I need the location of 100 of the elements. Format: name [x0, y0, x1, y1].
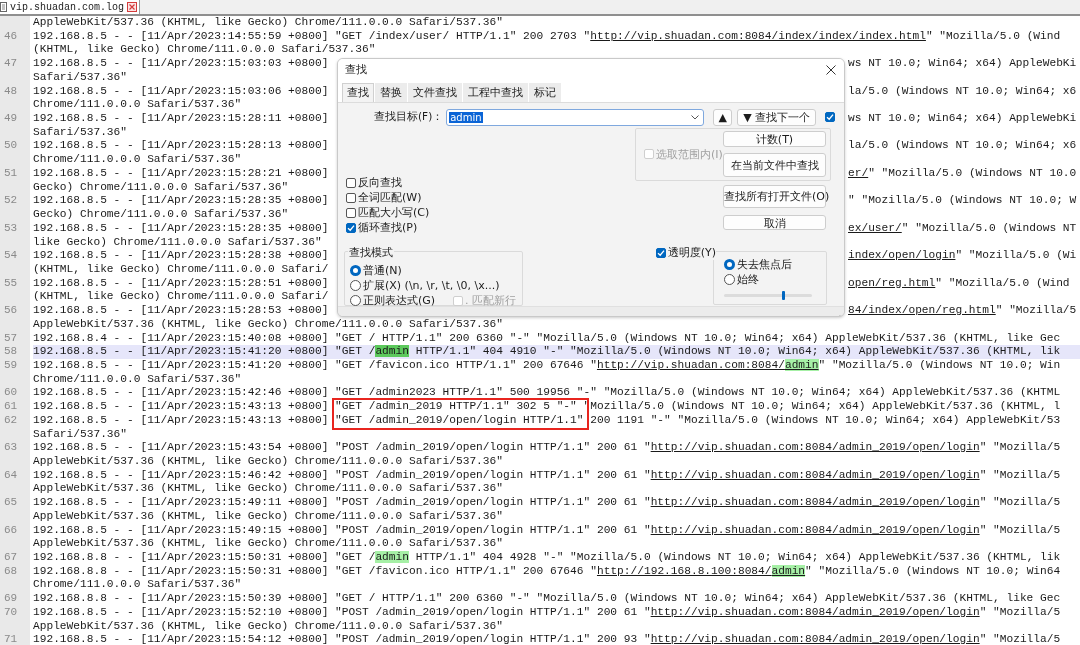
dialog-tab[interactable]: 查找 — [342, 82, 374, 102]
dialog-tab[interactable]: 标记 — [529, 82, 561, 102]
log-link[interactable]: 84/index/open/reg.html — [848, 304, 996, 317]
option-label: 反向查找 — [358, 175, 402, 190]
log-text: 192.168.8.5 - - [11/Apr/2023:15:43:54 +0800] "POST /admin_2019/open/login HTTP/1.1" 200 61 " — [33, 441, 651, 454]
option-label: 扩展(X) (\n, \r, \t, \0, \x...) — [363, 278, 500, 293]
log-link[interactable]: http://vip.shuadan.com:8084/admin_2019/open/login — [650, 523, 980, 536]
log-text: " "Mozilla/5 — [979, 633, 1061, 645]
log-text: (KHTML, like Gecko) Chrome/111.0.0.0 Safari/537.36" — [33, 43, 376, 56]
file-tab[interactable]: vip.shuadan.com.log — [0, 0, 141, 14]
option-label: 选取范围内(I) — [656, 146, 723, 162]
log-link[interactable]: er/ — [848, 166, 869, 179]
field-label: 查找目标(F)： — [374, 110, 444, 124]
file-icon — [0, 2, 7, 12]
log-text: 192.168.8.5 - - [11/Apr/2023:15:46:42 +0800] "POST /admin_2019/open/login HTTP/1.1" 200 61 " — [33, 468, 651, 481]
log-text: 192.168.8.8 - - [11/Apr/2023:15:50:31 +0800] "GET /favicon.ico HTTP/1.1" 200 67646 " — [33, 564, 597, 577]
log-text: 192.168.8.5 - - [11/Apr/2023:15:28:53 +0800] — [33, 304, 329, 317]
log-link[interactable]: http://vip.shuadan.com:8084/index/index/index.html — [590, 29, 926, 42]
log-text: 192.168.8.5 - - [11/Apr/2023:14:55:59 +0800] "GET /index/user/ HTTP/1.1" 200 2703 " — [33, 29, 591, 42]
log-text: la/5.0 (Windows NT 10.0; Win64; x6 — [848, 139, 1077, 152]
checkbox[interactable] — [346, 222, 356, 233]
line-number: 51 — [3, 166, 19, 181]
log-text: 192.168.8.4 - - [11/Apr/2023:15:40:08 +0800] "GET / HTTP/1.1" 200 6360 "-" "Mozilla/5.0 (Windows NT 10.0; Win64; x64) AppleWebKit/537.36 (KHTML, like Gec — [33, 331, 1061, 344]
line-number: 48 — [3, 84, 19, 99]
dialog-tab[interactable]: 文件查找 — [408, 82, 462, 102]
find-next-button[interactable]: ▼ 查找下一个 — [737, 108, 817, 126]
checkbox[interactable] — [346, 207, 356, 218]
log-text: 192.168.8.5 - - [11/Apr/2023:15:28:13 +0800] — [33, 139, 329, 152]
slider-thumb[interactable] — [781, 290, 785, 300]
log-link[interactable]: http://vip.shuadan.com:8084/admin_2019/open/login — [650, 633, 980, 645]
checkbox[interactable] — [825, 112, 836, 122]
log-text: 192.168.8.5 - - [11/Apr/2023:15:28:35 +0800] — [33, 221, 329, 234]
find-previous-button[interactable]: ▲ — [713, 108, 733, 126]
checkbox[interactable] — [655, 247, 666, 258]
line-number: 53 — [3, 221, 19, 236]
search-field[interactable]: admin — [446, 108, 705, 126]
line-number: 65 — [3, 496, 19, 510]
log-text: 192.168.8.5 - - [11/Apr/2023:15:42:46 +0800] "GET /admin2023 HTTP/1.1" 500 19956 "-" "Mozilla/5.0 (Windows NT 10.0; Win64; x64) AppleWebKit/537.36 (KHTML — [33, 386, 1061, 399]
log-link[interactable]: ex/user/ — [848, 221, 902, 234]
log-text: 192.168.8.5 - - [11/Apr/2023:15:41:20 +0800] "GET / — [33, 345, 376, 358]
option-label: 普通(N) — [363, 263, 402, 278]
log-text: " "Mozilla/5.0 (Windows NT 10.0; Win — [818, 358, 1061, 371]
log-text: ws NT 10.0; Win64; x64) AppleWebKi — [848, 57, 1077, 70]
log-text: 192.168.8.5 - - [11/Apr/2023:15:28:11 +0800] — [33, 112, 329, 125]
log-text: Chrome/111.0.0.0 Safari/537.36" — [33, 372, 242, 385]
option-label: 正则表达式(G) — [363, 293, 436, 308]
log-text: like Gecko) Chrome/111.0.0.0 Safari/537.36" — [33, 235, 322, 248]
log-text: 192.168.8.5 - - [11/Apr/2023:15:49:11 +0800] "POST /admin_2019/open/login HTTP/1.1" 200 61 " — [33, 496, 651, 509]
checkbox[interactable] — [346, 177, 356, 188]
log-text: ws NT 10.0; Win64; x64) AppleWebKi — [848, 112, 1077, 125]
log-text: 192.168.8.5 - - [11/Apr/2023:15:41:20 +0800] "GET /favicon.ico HTTP/1.1" 200 67646 " — [33, 358, 597, 371]
radio-button[interactable] — [350, 265, 361, 276]
log-text: AppleWebKit/537.36 (KHTML, like Gecko) Chrome/111.0.0.0 Safari/537.36" — [33, 455, 503, 467]
log-text: HTTP/1.1" 404 4928 "-" "Mozilla/5.0 (Windows NT 10.0; Win64; x64) AppleWebKit/537.36 (KHTML, lik — [414, 551, 1061, 564]
log-text: 192.168.8.5 - - [11/Apr/2023:15:28:38 +0800] — [33, 249, 329, 262]
log-link[interactable]: http://vip.shuadan.com:8084/admin_2019/open/login — [650, 468, 980, 481]
radio-button[interactable] — [724, 274, 735, 285]
log-link[interactable]: http://192.168.8.100:8084/ — [596, 564, 772, 577]
log-text: la/5.0 (Windows NT 10.0; Win64; x6 — [848, 84, 1077, 97]
log-link[interactable]: open/reg.html — [848, 276, 936, 289]
log-text: 192.168.8.8 - - [11/Apr/2023:15:50:39 +0800] "GET / HTTP/1.1" 200 6360 "-" "Mozilla/5.0 (Windows NT 10.0; Win64; x64) AppleWebKit/537.36 (KHTML, like Gec — [33, 592, 1061, 605]
line-number: 64 — [3, 468, 19, 483]
dialog-tab[interactable]: 替换 — [375, 82, 407, 102]
search-match: admin — [375, 345, 409, 358]
log-text: AppleWebKit/537.36 (KHTML, like Gecko) Chrome/111.0.0.0 Safari/537.36" — [33, 482, 503, 495]
log-link[interactable]: http://vip.shuadan.com:8084/admin_2019/open/login — [650, 441, 980, 454]
line-number: 57 — [3, 331, 19, 346]
log-text: AppleWebKit/537.36 (KHTML, like Gecko) Chrome/111.0.0.0 Safari/537.36" — [33, 16, 503, 28]
option-label: 循环查找(P) — [358, 220, 418, 235]
group-title: 查找模式 — [348, 244, 394, 260]
search-match-link[interactable]: admin — [771, 564, 806, 577]
checkbox[interactable] — [346, 192, 356, 203]
log-text: " "Mozilla/5.0 (Windows NT 10.0; W — [848, 194, 1077, 207]
log-text: " "Mozilla/5 — [979, 523, 1061, 536]
log-text: Chrome/111.0.0.0 Safari/537.36" — [33, 578, 242, 591]
line-number: 54 — [3, 249, 19, 263]
line-number: 71 — [3, 633, 19, 645]
log-text: AppleWebKit/537.36 (KHTML, like Gecko) Chrome/111.0.0.0 Safari/537.36" — [33, 317, 503, 330]
radio-button[interactable] — [350, 280, 361, 291]
log-link[interactable]: http://vip.shuadan.com:8084/admin_2019/open/login — [650, 496, 980, 509]
log-text: 192.168.8.5 - - [11/Apr/2023:15:43:13 +0800] "GET /admin_2019/open/login HTTP/1.1" 200 1191 "-" "Mozilla/5.0 (Windows NT 10.0; Win64; x64) AppleWebKit/53 — [33, 413, 1061, 426]
dialog-tab[interactable]: 工程中查找 — [463, 82, 528, 102]
log-text: 192.168.8.5 - - [11/Apr/2023:15:28:51 +0800] — [33, 276, 329, 289]
cancel-button[interactable]: 取消 — [723, 214, 826, 230]
log-text: AppleWebKit/537.36 (KHTML, like Gecko) Chrome/111.0.0.0 Safari/537.36" — [33, 509, 503, 522]
log-text: 192.168.8.5 - - [11/Apr/2023:15:03:06 +0800] — [33, 84, 329, 97]
log-text: (KHTML, like Gecko) Chrome/111.0.0.0 Safari/ — [33, 262, 329, 275]
log-text: " "Mozilla/5.0 (Wind — [925, 29, 1061, 42]
close-icon[interactable] — [826, 64, 836, 75]
radio-button[interactable] — [724, 259, 735, 270]
log-text: Gecko) Chrome/111.0.0.0 Safari/537.36" — [33, 208, 289, 221]
find-in-file-button[interactable]: 在当前文件中查找 — [723, 153, 826, 177]
count-button[interactable]: 计数(T) — [723, 131, 826, 147]
log-link[interactable]: index/open/login — [848, 249, 956, 262]
log-link[interactable]: http://vip.shuadan.com:8084/admin_2019/open/login — [650, 605, 980, 618]
log-link[interactable]: http://vip.shuadan.com:8084/ — [596, 358, 785, 371]
log-text: AppleWebKit/537.36 (KHTML, like Gecko) Chrome/111.0.0.0 Safari/537.36" — [33, 537, 503, 550]
log-text: " "Mozilla/5.0 (Wind — [935, 276, 1070, 289]
line-number: 46 — [3, 29, 19, 44]
chevron-down-icon — [691, 114, 700, 120]
